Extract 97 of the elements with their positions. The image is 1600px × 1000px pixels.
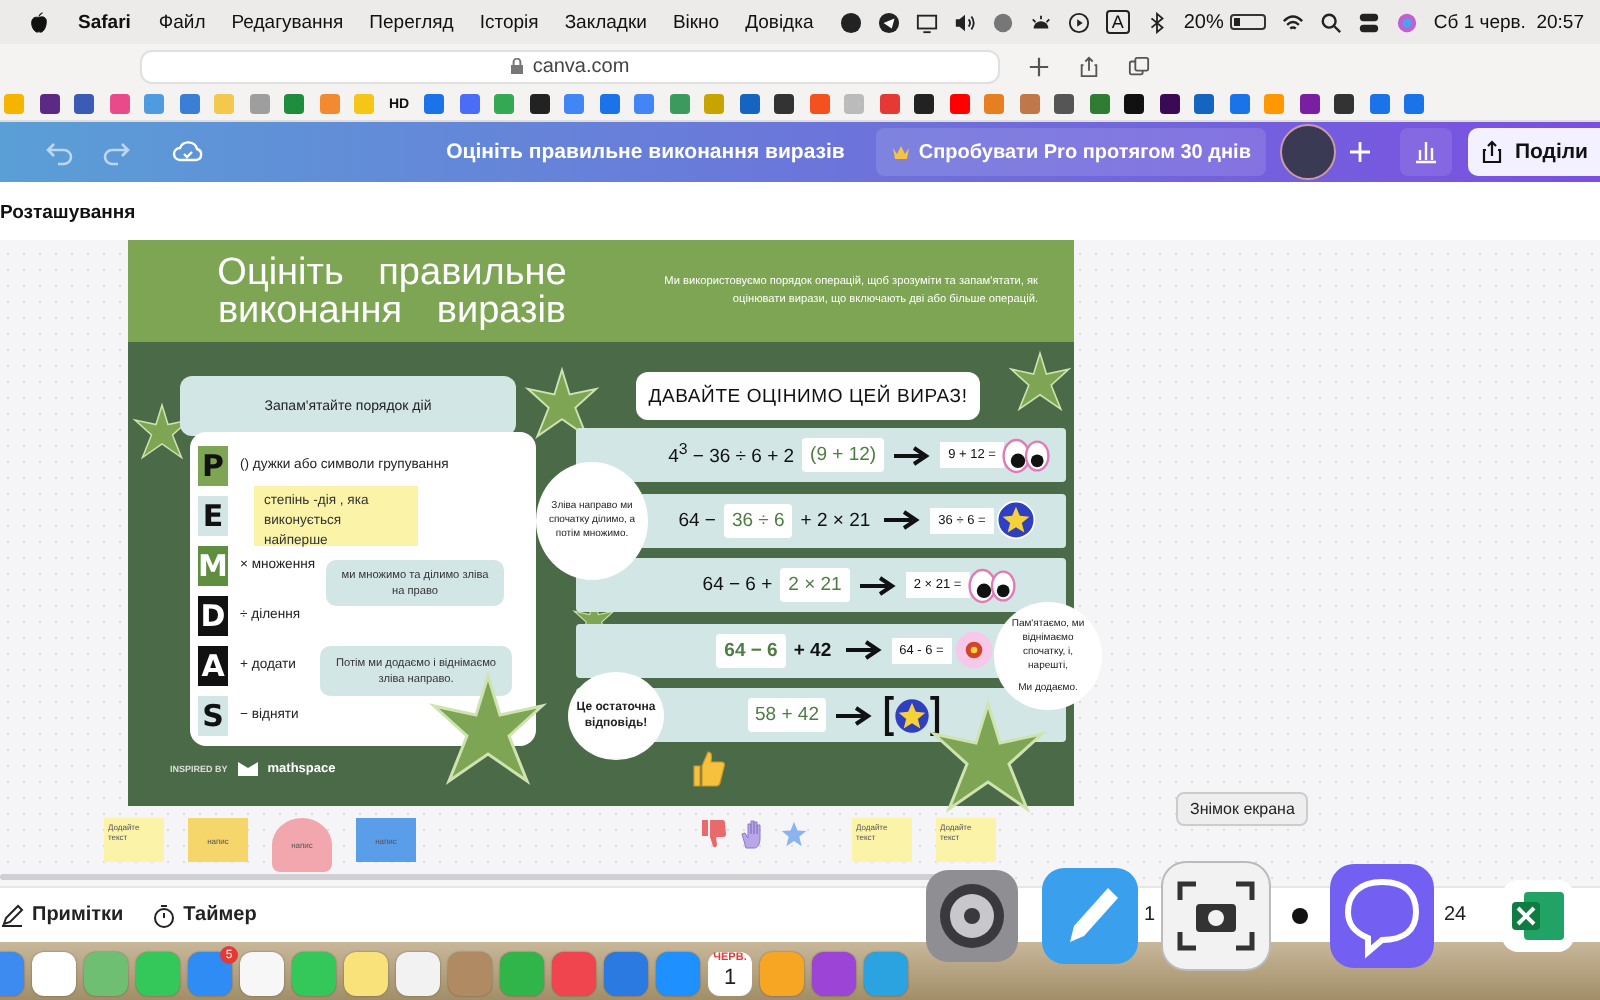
app-menu[interactable]: Safari <box>78 11 131 33</box>
letter-tile: D <box>198 595 228 635</box>
bookmark-icon[interactable] <box>1299 94 1320 114</box>
expression-text: 64 − <box>676 509 718 531</box>
bookmark-icon[interactable] <box>1334 94 1355 114</box>
googly-eyes-sticker <box>1001 435 1050 475</box>
address-field[interactable]: canva.com <box>140 49 1000 83</box>
thumbs-down-icon[interactable] <box>700 818 728 850</box>
circle-icon[interactable] <box>991 11 1014 33</box>
googly-eyes-sticker <box>967 565 1016 605</box>
share-icon <box>1480 140 1505 164</box>
right-arrow <box>894 445 931 465</box>
siri-icon[interactable] <box>1395 11 1418 33</box>
send-icon[interactable] <box>877 11 900 33</box>
toggles-icon[interactable] <box>1357 11 1380 33</box>
right-arrow <box>836 705 873 725</box>
bookmark-icon[interactable] <box>774 94 795 114</box>
crown-icon <box>892 144 911 160</box>
menubar-clock[interactable]: Сб 1 черв. 20:57 <box>1433 11 1584 33</box>
share-button[interactable]: Поділи <box>1468 128 1600 176</box>
avatar-circle[interactable] <box>1280 124 1337 180</box>
bar-chart-icon[interactable] <box>1400 128 1453 176</box>
notes-button[interactable]: Примітки <box>0 903 124 927</box>
expression-text: 4$^{3}$ − 36 ÷ 6 + 2 <box>666 440 797 470</box>
right-arrow <box>884 510 921 530</box>
section-heading: ДАВАЙТЕ ОЦІНИМО ЦЕЙ ВИРАЗ! <box>636 372 980 420</box>
menu-item[interactable]: Закладки <box>564 11 647 33</box>
letter-tile: A <box>198 645 228 685</box>
pen-icon <box>0 903 24 927</box>
framed-star-sticker <box>882 695 943 735</box>
star-shape <box>524 366 600 442</box>
tabs-icon[interactable] <box>1128 55 1150 77</box>
battery-percentage: 20% <box>1183 11 1224 33</box>
speaker-icon[interactable] <box>953 11 976 33</box>
share-icon[interactable] <box>1078 55 1100 77</box>
apple-logo-icon[interactable] <box>28 11 50 33</box>
gear-app-icon[interactable] <box>924 868 1020 964</box>
letter-tile: E <box>198 495 228 535</box>
expression-text: + 42 <box>791 639 834 661</box>
letter-tile: S <box>198 695 228 735</box>
zoom-level[interactable]: 24 <box>1444 904 1467 926</box>
expression-text: 2 × 21 <box>780 568 850 602</box>
lock-icon <box>510 58 525 74</box>
menu-item[interactable]: Вікно <box>672 11 720 33</box>
page-number[interactable]: 1 <box>1144 904 1156 926</box>
search-icon[interactable] <box>1319 11 1342 33</box>
stopwatch-icon <box>151 903 176 927</box>
star-shape <box>928 698 1048 818</box>
timer-button[interactable]: Таймер <box>151 903 257 927</box>
design-title[interactable]: Оцініть правильне виконання виразів <box>446 140 845 164</box>
menu-item[interactable]: Файл <box>158 11 206 33</box>
brand-logo-icon <box>237 762 258 776</box>
star-badge-sticker <box>991 500 1040 540</box>
bookmark-icon[interactable] <box>914 94 935 114</box>
star-icon[interactable] <box>780 818 808 850</box>
expression-text: + 2 × 21 <box>798 509 873 531</box>
right-arrow <box>845 640 882 660</box>
letter-tile: M <box>198 545 228 585</box>
brightness-icon[interactable] <box>1029 11 1052 33</box>
play-icon[interactable] <box>1067 11 1090 33</box>
star-shape <box>1008 350 1072 414</box>
app-icon[interactable] <box>396 952 440 996</box>
battery-icon[interactable] <box>1229 14 1266 30</box>
bookmark-icon[interactable] <box>39 94 59 114</box>
menu-item[interactable]: Історія <box>479 11 539 33</box>
input-source-indicator[interactable]: A <box>1105 10 1130 34</box>
slide-title: Оцініть правильне виконання виразів <box>215 253 569 329</box>
dot-icon <box>1292 908 1308 924</box>
expression-text: (9 + 12) <box>802 438 885 472</box>
bookmark-icon[interactable] <box>1159 94 1180 114</box>
app-icon[interactable] <box>240 952 284 996</box>
bookmark-icon[interactable] <box>529 94 550 114</box>
letter-tile: P <box>198 445 228 485</box>
app-icon[interactable] <box>812 952 856 996</box>
menu-item[interactable]: Редагування <box>231 11 344 33</box>
bookmark-icon[interactable] <box>1054 94 1075 114</box>
bluetooth-icon[interactable] <box>1145 11 1168 33</box>
tooltip: Знімок екрана <box>1176 792 1309 826</box>
app-icon[interactable] <box>32 952 76 996</box>
expression-text: 36 ÷ 6 <box>723 503 793 537</box>
expression-text: 58 + 42 <box>747 698 827 732</box>
plus-icon[interactable] <box>1028 55 1050 77</box>
try-pro-button[interactable]: Спробувати Pro протягом 30 днів <box>876 128 1267 176</box>
thumbs-up-icon <box>690 748 726 788</box>
pencil-app-icon[interactable] <box>1040 866 1140 966</box>
camera-app-icon[interactable] <box>1160 860 1272 972</box>
right-arrow <box>859 575 896 595</box>
display-icon[interactable] <box>915 11 938 33</box>
expression-text: 64 − 6 + <box>700 574 775 596</box>
app-icon[interactable] <box>344 952 388 996</box>
calendar-day: 1 <box>723 966 737 992</box>
menu-item[interactable]: Довідка <box>745 11 814 33</box>
menu-item[interactable]: Перегляд <box>369 11 454 33</box>
expression-text: 64 − 6 <box>716 633 786 667</box>
bookmark-icon[interactable] <box>1124 94 1145 114</box>
panel-label: Розташування <box>0 182 1600 240</box>
wifi-icon[interactable] <box>1281 11 1304 33</box>
